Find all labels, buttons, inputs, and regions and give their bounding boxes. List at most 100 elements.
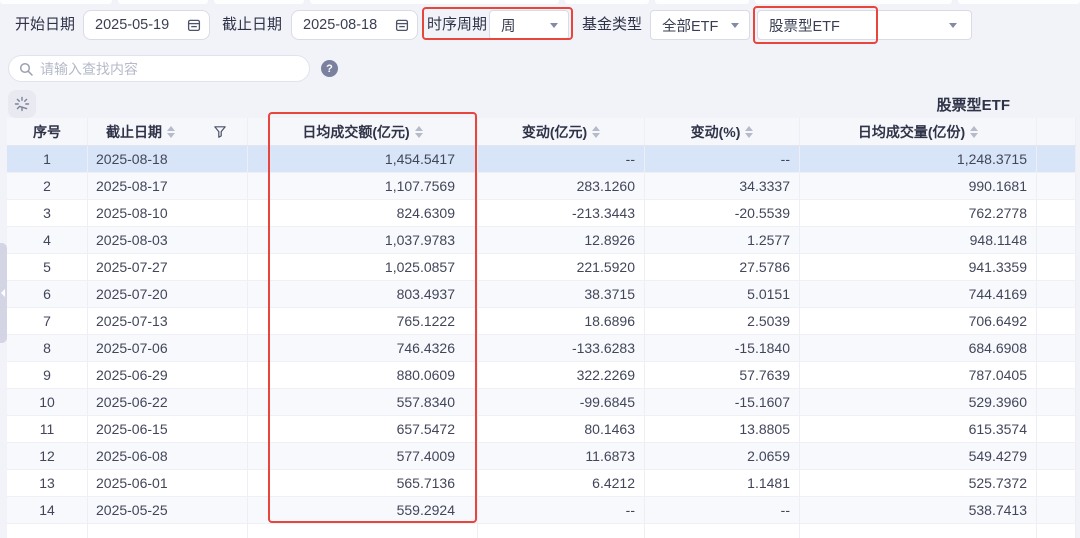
cell-change-pct: -- [645, 497, 800, 524]
sort-icon[interactable] [167, 126, 175, 138]
cell-change-value: 322.2269 [478, 362, 645, 389]
column-header-change-pct[interactable]: 变动(%) [645, 118, 800, 145]
cell-end-date: 2025-05-25 [88, 497, 248, 524]
table-row[interactable]: 8 2025-07-06 746.4326 -133.6283 -15.1840… [7, 335, 1076, 362]
start-date-input[interactable]: 2025-05-19 [83, 10, 210, 40]
cell-index: 14 [7, 497, 88, 524]
table-row[interactable]: 11 2025-06-15 657.5472 80.1463 13.8805 6… [7, 416, 1076, 443]
cell-index: 4 [7, 227, 88, 254]
end-date-input[interactable]: 2025-08-18 [291, 10, 418, 40]
table-row[interactable]: 9 2025-06-29 880.0609 322.2269 57.7639 7… [7, 362, 1076, 389]
cell-filler [1037, 254, 1076, 281]
table-row[interactable]: 13 2025-06-01 565.7136 6.4212 1.1481 525… [7, 470, 1076, 497]
fund-type-label: 基金类型 [582, 10, 642, 40]
cell-avg-turnover: 657.5472 [248, 416, 478, 443]
cell-change-value: -- [478, 497, 645, 524]
etf-type-select[interactable]: 股票型ETF [757, 10, 972, 40]
cell-filler [1037, 362, 1076, 389]
cell-avg-turnover: 1,107.7569 [248, 173, 478, 200]
cell-avg-volume: 744.4169 [800, 281, 1037, 308]
cell-end-date: 2025-07-20 [88, 281, 248, 308]
cell-change-value: 283.1260 [478, 173, 645, 200]
cell-avg-volume: 1,248.3715 [800, 146, 1037, 173]
cell-avg-turnover: 559.2924 [248, 497, 478, 524]
table-row[interactable]: 2 2025-08-17 1,107.7569 283.1260 34.3337… [7, 173, 1076, 200]
sort-icon[interactable] [592, 126, 600, 138]
cell-avg-volume: 990.1681 [800, 173, 1037, 200]
cell-change-value: -213.3443 [478, 200, 645, 227]
cell-change-value: 38.3715 [478, 281, 645, 308]
cell-avg-turnover: 1,025.0857 [248, 254, 478, 281]
cell-filler [1037, 416, 1076, 443]
period-value: 周 [501, 15, 516, 36]
cell-index: 7 [7, 308, 88, 335]
cell-filler [1037, 227, 1076, 254]
cell-change-pct: -20.5539 [645, 200, 800, 227]
period-select[interactable]: 周 [489, 10, 569, 40]
cell-avg-turnover: 565.7136 [248, 470, 478, 497]
table-row[interactable]: 6 2025-07-20 803.4937 38.3715 5.0151 744… [7, 281, 1076, 308]
table-row[interactable]: 3 2025-08-10 824.6309 -213.3443 -20.5539… [7, 200, 1076, 227]
cell-change-value: -99.6845 [478, 389, 645, 416]
cell-index: 3 [7, 200, 88, 227]
table-row[interactable]: 10 2025-06-22 557.8340 -99.6845 -15.1607… [7, 389, 1076, 416]
cell-avg-turnover: 803.4937 [248, 281, 478, 308]
cell-change-pct: 1.2577 [645, 227, 800, 254]
search-icon [19, 62, 33, 76]
loading-spinner-button[interactable] [8, 90, 36, 118]
cell-avg-turnover: 577.4009 [248, 443, 478, 470]
column-header-end-date[interactable]: 截止日期 [88, 118, 248, 145]
cell-avg-turnover: 557.8340 [248, 389, 478, 416]
cell-filler [1037, 200, 1076, 227]
cell-avg-volume: 529.3960 [800, 389, 1037, 416]
table-row[interactable]: 4 2025-08-03 1,037.9783 12.8926 1.2577 9… [7, 227, 1076, 254]
table-row[interactable]: 5 2025-07-27 1,025.0857 221.5920 27.5786… [7, 254, 1076, 281]
cell-index: 6 [7, 281, 88, 308]
column-header-avg-volume[interactable]: 日均成交量(亿份) [800, 118, 1037, 145]
cell-index: 9 [7, 362, 88, 389]
cell-end-date: 2025-08-10 [88, 200, 248, 227]
column-header-avg-turnover[interactable]: 日均成交额(亿元) [248, 118, 478, 145]
cell-avg-turnover: 880.0609 [248, 362, 478, 389]
cell-index: 10 [7, 389, 88, 416]
data-table: 序号 截止日期 日均成交额(亿元) 变动(亿元) 变动(%) [7, 118, 1076, 538]
cell-change-pct: 57.7639 [645, 362, 800, 389]
cell-change-value: 18.6896 [478, 308, 645, 335]
loading-spinner-icon [14, 96, 30, 112]
search-input[interactable] [40, 61, 299, 77]
cell-index: 8 [7, 335, 88, 362]
table-row[interactable]: 14 2025-05-25 559.2924 -- -- 538.7413 [7, 497, 1076, 524]
drawer-collapse-handle[interactable] [0, 243, 7, 343]
cell-index: 1 [7, 146, 88, 173]
column-header-change-value[interactable]: 变动(亿元) [478, 118, 645, 145]
cell-change-pct: 1.1481 [645, 470, 800, 497]
sort-icon[interactable] [415, 126, 423, 138]
sort-icon[interactable] [745, 126, 753, 138]
cell-avg-volume: 549.4279 [800, 443, 1037, 470]
cell-avg-volume: 684.6908 [800, 335, 1037, 362]
table-header-row: 序号 截止日期 日均成交额(亿元) 变动(亿元) 变动(%) [7, 118, 1076, 146]
cell-change-value: 6.4212 [478, 470, 645, 497]
table-row[interactable]: 1 2025-08-18 1,454.5417 -- -- 1,248.3715 [7, 146, 1076, 173]
cell-filler [1037, 308, 1076, 335]
cell-change-pct: 2.5039 [645, 308, 800, 335]
cell-change-pct: 34.3337 [645, 173, 800, 200]
cell-avg-turnover: 1,037.9783 [248, 227, 478, 254]
calendar-icon [395, 18, 409, 32]
help-icon[interactable]: ? [321, 60, 338, 77]
table-row[interactable]: 7 2025-07-13 765.1222 18.6896 2.5039 706… [7, 308, 1076, 335]
cell-change-value: 11.6873 [478, 443, 645, 470]
table-row[interactable]: 12 2025-06-08 577.4009 11.6873 2.0659 54… [7, 443, 1076, 470]
cell-avg-volume: 706.6492 [800, 308, 1037, 335]
search-box[interactable] [8, 55, 310, 82]
filter-icon[interactable] [213, 125, 227, 139]
cell-filler [1037, 335, 1076, 362]
cell-filler [1037, 443, 1076, 470]
cell-change-value: 80.1463 [478, 416, 645, 443]
cell-end-date: 2025-08-17 [88, 173, 248, 200]
sort-icon[interactable] [970, 126, 978, 138]
cell-change-pct: 2.0659 [645, 443, 800, 470]
cell-change-pct: -15.1607 [645, 389, 800, 416]
cell-change-value: 12.8926 [478, 227, 645, 254]
fund-type-select[interactable]: 全部ETF [650, 10, 750, 40]
